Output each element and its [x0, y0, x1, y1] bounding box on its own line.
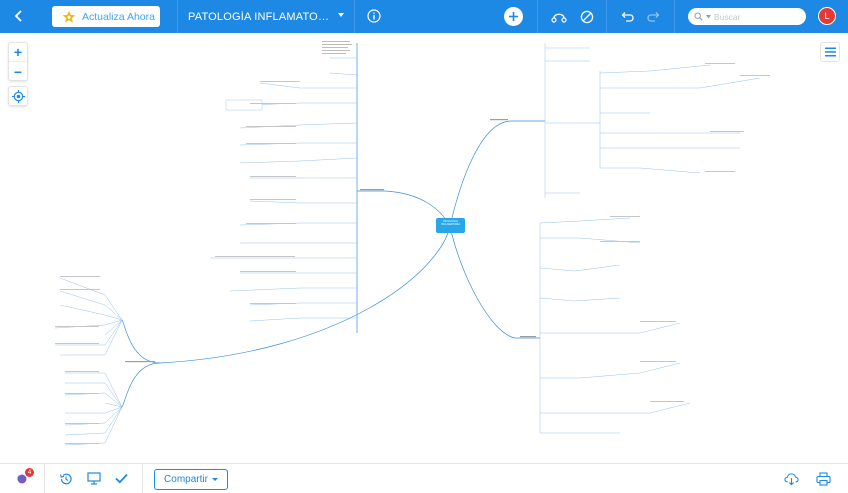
back-icon [14, 10, 22, 22]
chat-notification-badge: 4 [25, 468, 34, 477]
top-toolbar: Actualiza Ahora PATOLOGÍA INFLAMATORIA I… [0, 0, 848, 33]
toolbar-separator [142, 464, 143, 493]
print-button[interactable] [816, 471, 831, 486]
center-map-button[interactable] [8, 86, 28, 106]
mindmap-branch-upper-left [210, 43, 385, 333]
user-avatar[interactable]: L [818, 7, 836, 25]
check-icon [115, 473, 128, 484]
style-button[interactable] [551, 9, 567, 25]
check-button[interactable] [114, 471, 129, 486]
caret-down-icon [211, 478, 218, 481]
mindmap-node-labels [55, 41, 770, 444]
document-title-dropdown[interactable]: PATOLOGÍA INFLAMATORIA I... [177, 0, 355, 33]
info-icon [367, 9, 381, 23]
history-icon [59, 473, 72, 484]
present-button[interactable] [86, 471, 101, 486]
caret-down-icon [338, 13, 344, 17]
mindmap-branch-lower-right [515, 217, 691, 434]
toolbar-separator [44, 464, 45, 493]
mindmap-canvas[interactable]: PATOLOGÍA INFLAMATORIA + − [0, 33, 848, 463]
toolbar-separator [606, 0, 607, 33]
no-edit-icon [580, 10, 593, 23]
mindmap-branch-upper-right [510, 43, 761, 198]
zoom-in-button[interactable]: + [9, 43, 27, 62]
print-icon [816, 471, 831, 486]
zoom-out-button[interactable]: − [9, 62, 27, 81]
plus-icon [509, 12, 518, 21]
share-button[interactable]: Compartir [154, 469, 228, 490]
share-label: Compartir [164, 474, 208, 485]
mindmap-connectors [159, 120, 516, 364]
back-button[interactable] [10, 7, 28, 25]
undo-icon [621, 11, 634, 22]
search-caret-icon [706, 14, 711, 18]
download-button[interactable] [784, 471, 799, 486]
search-icon [694, 12, 703, 21]
history-button[interactable] [58, 471, 73, 486]
add-node-button[interactable] [504, 7, 523, 26]
search-input[interactable] [714, 11, 804, 22]
upgrade-button[interactable]: Actualiza Ahora [52, 6, 160, 27]
toolbar-separator [674, 0, 675, 33]
root-node-label: PATOLOGÍA INFLAMATORIA [441, 220, 460, 227]
undo-button[interactable] [619, 9, 634, 24]
info-button[interactable] [366, 8, 382, 24]
redo-icon [646, 11, 659, 22]
mindmap-diagram [54, 41, 770, 446]
search-box[interactable] [688, 8, 806, 25]
locate-icon [11, 89, 25, 103]
bottom-toolbar: 4 Compartir [0, 463, 848, 493]
toolbar-separator [537, 0, 538, 33]
style-icon [551, 13, 567, 23]
menu-button[interactable] [820, 42, 840, 62]
present-icon [86, 472, 101, 485]
upgrade-label: Actualiza Ahora [82, 10, 155, 23]
document-title: PATOLOGÍA INFLAMATORIA I... [188, 10, 336, 23]
star-icon [62, 10, 76, 23]
disable-edit-button[interactable] [579, 9, 594, 24]
zoom-controls: + − [8, 42, 28, 81]
redo-button[interactable] [646, 9, 661, 24]
hamburger-icon [824, 47, 836, 57]
download-icon [784, 472, 799, 485]
